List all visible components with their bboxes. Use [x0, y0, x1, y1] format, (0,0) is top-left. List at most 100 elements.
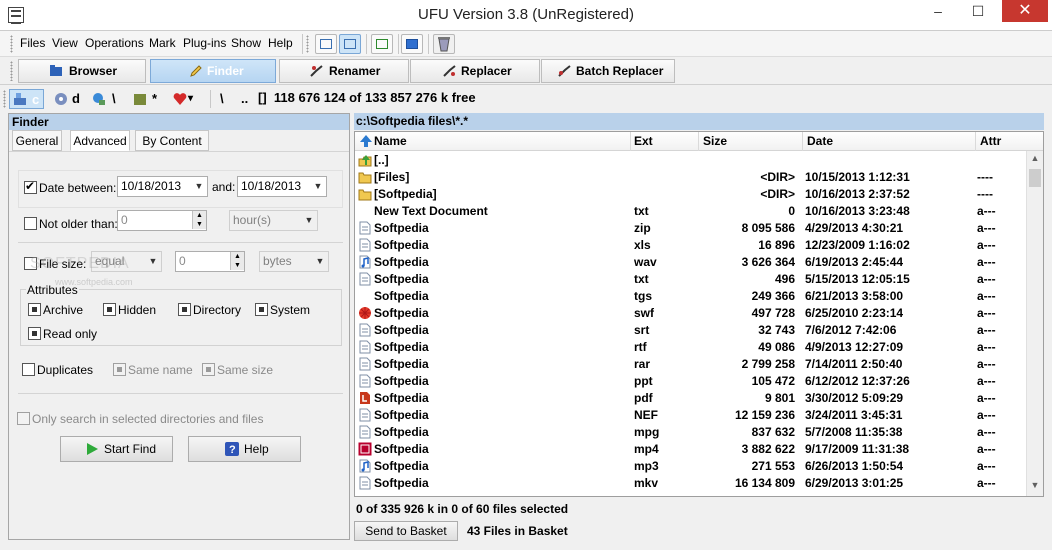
doc-icon	[359, 323, 371, 337]
vertical-scrollbar[interactable]: ▲ ▼	[1026, 151, 1043, 496]
scroll-up-icon[interactable]: ▲	[1027, 153, 1043, 167]
file-row[interactable]: Softpedia NEF 12 159 236 3/24/2011 3:45:31 a…	[355, 407, 1025, 424]
tab-replacer[interactable]: Replacer	[410, 59, 540, 83]
file-size: 8 095 586	[741, 221, 795, 235]
root-button[interactable]: \	[220, 89, 224, 109]
same-name-checkbox[interactable]	[113, 363, 126, 376]
file-row[interactable]: Softpedia ppt 105 472 6/12/2012 12:37:26 a--…	[355, 373, 1025, 390]
not-older-input[interactable]: 0 ▲ ▼	[117, 210, 207, 231]
col-size[interactable]: Size	[703, 134, 727, 148]
favorites-button[interactable]: ▾	[172, 89, 202, 109]
send-to-basket-button[interactable]: Send to Basket	[354, 521, 458, 541]
date-from-picker[interactable]: 10/18/2013 ▼	[117, 176, 208, 197]
scroll-down-icon[interactable]: ▼	[1027, 480, 1043, 494]
spin-down-icon[interactable]: ▼	[230, 261, 244, 270]
file-date: 7/6/2012 7:42:06	[805, 323, 897, 337]
directory-checkbox[interactable]	[178, 303, 191, 316]
network-drive-button[interactable]: \	[90, 89, 124, 109]
start-find-button[interactable]: Start Find	[60, 436, 173, 462]
spin-down-icon[interactable]: ▼	[192, 220, 206, 229]
menu-view[interactable]: View	[52, 36, 78, 50]
maximize-button[interactable]: ☐	[962, 0, 994, 22]
file-row[interactable]: [..]	[355, 152, 1025, 169]
drive-c-button[interactable]: c	[9, 89, 44, 109]
file-row[interactable]: Softpedia zip 8 095 586 4/29/2013 4:30:21 a-…	[355, 220, 1025, 237]
tab-browser[interactable]: Browser	[18, 59, 146, 83]
spin-up-icon[interactable]: ▲	[192, 211, 206, 220]
file-size: 2 799 258	[741, 357, 795, 371]
file-row[interactable]: Softpedia srt 32 743 7/6/2012 7:42:06 a---	[355, 322, 1025, 339]
file-row[interactable]: Softpedia rtf 49 086 4/9/2013 12:27:09 a---	[355, 339, 1025, 356]
col-ext[interactable]: Ext	[634, 134, 653, 148]
package-label: *	[152, 91, 158, 106]
settings-icon[interactable]	[401, 34, 423, 54]
file-row[interactable]: Softpedia mp4 3 882 622 9/17/2009 11:31:38 a…	[355, 441, 1025, 458]
package-button[interactable]: *	[132, 89, 164, 109]
file-list[interactable]: Name Ext Size Date Attr [..] [Files] <DIR>…	[354, 131, 1044, 497]
only-selected-checkbox[interactable]	[17, 412, 30, 425]
col-divider	[630, 132, 631, 151]
file-row[interactable]: Softpedia mp3 271 553 6/26/2013 1:50:54 a---	[355, 458, 1025, 475]
file-row[interactable]: Softpedia swf 497 728 6/25/2010 2:23:14 a---	[355, 305, 1025, 322]
tab-advanced[interactable]: Advanced	[70, 130, 130, 151]
doc-icon	[359, 340, 371, 354]
file-attr: a---	[977, 425, 996, 439]
minimize-button[interactable]: –	[922, 0, 954, 22]
tab-finder-label: Finder	[207, 64, 244, 78]
tab-renamer[interactable]: Renamer	[279, 59, 409, 83]
tab-batch-replacer[interactable]: Batch Replacer	[541, 59, 675, 83]
spin-up-icon[interactable]: ▲	[230, 252, 244, 261]
file-row[interactable]: Softpedia txt 496 5/15/2013 12:05:15 a---	[355, 271, 1025, 288]
checklist-icon[interactable]	[371, 34, 393, 54]
file-row[interactable]: [Files] <DIR> 10/15/2013 1:12:31 ----	[355, 169, 1025, 186]
menu-files[interactable]: Files	[20, 36, 45, 50]
size-unit-select[interactable]: bytes ▼	[259, 251, 329, 272]
duplicates-checkbox[interactable]	[22, 363, 35, 376]
file-row[interactable]: Softpedia mkv 16 134 809 6/29/2013 3:01:25 a…	[355, 475, 1025, 492]
tab-general[interactable]: General	[12, 130, 62, 151]
same-size-checkbox[interactable]	[202, 363, 215, 376]
file-row[interactable]: Softpedia wav 3 626 364 6/19/2013 2:45:44 a-…	[355, 254, 1025, 271]
menu-operations[interactable]: Operations	[85, 36, 144, 50]
drive-d-button[interactable]: d	[52, 89, 84, 109]
system-checkbox[interactable]	[255, 303, 268, 316]
read-only-checkbox[interactable]	[28, 327, 41, 340]
col-date[interactable]: Date	[807, 134, 833, 148]
disc-drive-icon	[55, 93, 67, 105]
not-older-checkbox[interactable]	[24, 217, 37, 230]
file-ext: rtf	[634, 340, 647, 354]
date-to-picker[interactable]: 10/18/2013 ▼	[237, 176, 327, 197]
size-value-input[interactable]: 0 ▲ ▼	[175, 251, 245, 272]
col-attr[interactable]: Attr	[980, 134, 1001, 148]
not-older-unit-select[interactable]: hour(s) ▼	[229, 210, 318, 231]
file-row[interactable]: Softpedia pdf 9 801 3/30/2012 5:09:29 a---	[355, 390, 1025, 407]
separator	[210, 90, 211, 108]
watermark-url: www.softpedia.com	[55, 277, 133, 287]
file-row[interactable]: Softpedia rar 2 799 258 7/14/2011 2:50:40 a-…	[355, 356, 1025, 373]
scroll-thumb[interactable]	[1029, 169, 1041, 187]
close-button[interactable]: ✕	[1002, 0, 1048, 22]
file-row[interactable]: Softpedia xls 16 896 12/23/2009 1:16:02 a---	[355, 237, 1025, 254]
date-between-checkbox[interactable]	[24, 179, 37, 194]
menu-mark[interactable]: Mark	[149, 36, 176, 50]
file-date: 4/9/2013 12:27:09	[805, 340, 904, 354]
basket-icon[interactable]	[433, 34, 455, 54]
hidden-checkbox[interactable]	[103, 303, 116, 316]
tab-by-content[interactable]: By Content	[135, 130, 209, 151]
file-row[interactable]: Softpedia mpg 837 632 5/7/2008 11:35:38 a---	[355, 424, 1025, 441]
file-row[interactable]: New Text Document txt 0 10/16/2013 3:23:48 a…	[355, 203, 1025, 220]
menu-show[interactable]: Show	[231, 36, 261, 50]
col-name[interactable]: Name	[374, 134, 407, 148]
up-button[interactable]: ..	[241, 89, 248, 109]
file-row[interactable]: Softpedia tgs 249 366 6/21/2013 3:58:00 a---	[355, 288, 1025, 305]
help-button[interactable]: ? Help	[188, 436, 301, 462]
drive-bar: c d \ * ▾ \ .. [] 118 676 124 of 133 857…	[0, 86, 1052, 112]
file-attr: a---	[977, 374, 996, 388]
full-view-icon[interactable]	[339, 34, 361, 54]
file-row[interactable]: [Softpedia] <DIR> 10/16/2013 2:37:52 ----	[355, 186, 1025, 203]
archive-checkbox[interactable]	[28, 303, 41, 316]
brief-view-icon[interactable]	[315, 34, 337, 54]
menu-plugins[interactable]: Plug-ins	[183, 36, 226, 50]
menu-help[interactable]: Help	[268, 36, 293, 50]
tab-finder[interactable]: Finder	[150, 59, 276, 83]
